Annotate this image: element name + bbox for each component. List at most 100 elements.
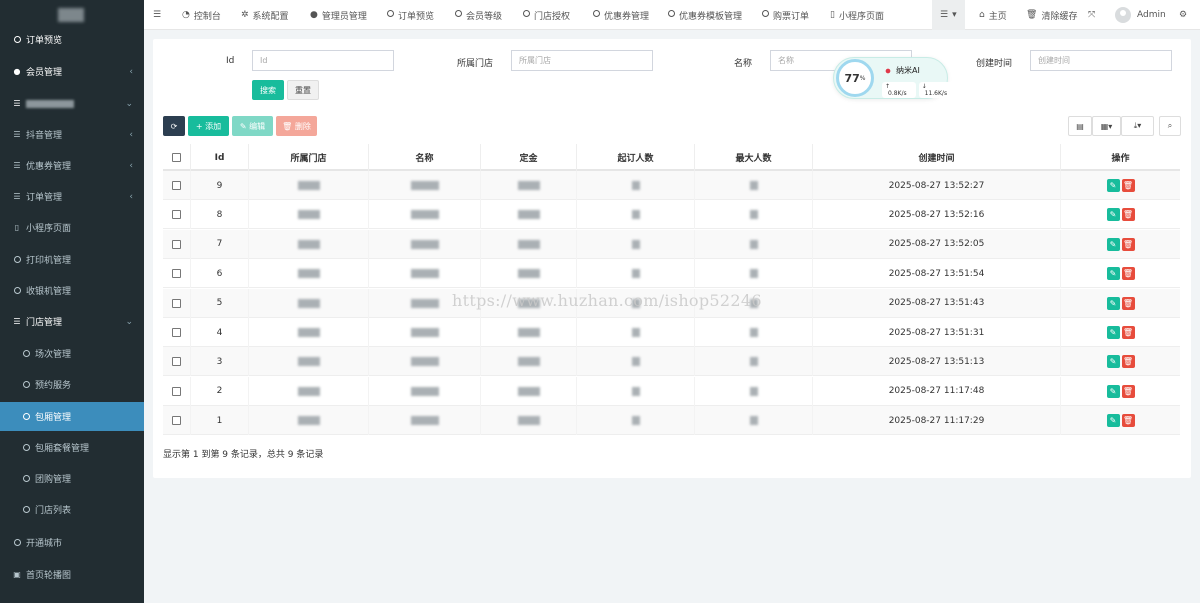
cell-created: 2025-08-27 11:17:29	[813, 406, 1061, 436]
table-row[interactable]: 9 2025-08-27 13:52:27 ✎ 🗑	[163, 171, 1180, 200]
created-filter-input[interactable]	[1030, 50, 1172, 71]
sidebar-item-douyin[interactable]: ☰ 抖音管理 ‹	[0, 120, 144, 149]
sidebar-item-label: 开通城市	[26, 539, 63, 549]
sidebar-item-store-list[interactable]: 门店列表	[0, 495, 144, 524]
row-delete-button[interactable]: 🗑	[1121, 384, 1135, 398]
sidebar-item-members[interactable]: ● 会员管理 ‹	[0, 57, 144, 86]
trash-icon: 🗑	[1122, 239, 1134, 249]
nav-system-config[interactable]: ✲ 系统配置	[241, 0, 289, 30]
sidebar-item-sessions[interactable]: 场次管理	[0, 339, 144, 368]
header-name[interactable]: 名称	[369, 144, 481, 171]
table-row[interactable]: 2 2025-08-27 11:17:48 ✎ 🗑	[163, 376, 1180, 406]
row-checkbox[interactable]	[163, 288, 191, 318]
id-filter-input[interactable]	[252, 50, 394, 71]
add-button[interactable]: + 添加	[188, 116, 229, 136]
sidebar-item-stores[interactable]: ☰ 门店管理 ⌄	[0, 307, 144, 336]
sidebar-item-banner[interactable]: ▣ 首页轮播图	[0, 560, 144, 589]
gears-icon: ⚙	[1179, 10, 1188, 20]
row-delete-button[interactable]: 🗑	[1121, 326, 1135, 339]
nav-dashboard[interactable]: ◔ 控制台	[182, 0, 221, 30]
row-edit-button[interactable]: ✎	[1106, 237, 1120, 251]
speed-widget[interactable]: 77% 纳米AI ↑ 0.8K/s ↓ 11.6K/s	[833, 57, 957, 99]
row-delete-button[interactable]: 🗑	[1121, 179, 1135, 192]
nav-coupons[interactable]: 优惠券管理	[593, 0, 649, 30]
table-row[interactable]: 3 2025-08-27 13:51:13 ✎ 🗑	[163, 347, 1180, 377]
nav-ticket-orders[interactable]: 购票订单	[762, 0, 809, 30]
row-edit-button[interactable]: ✎	[1106, 208, 1120, 222]
clear-cache-button[interactable]: 🗑 清除缓存	[1026, 0, 1077, 30]
home-icon: ⌂	[979, 10, 985, 20]
delete-button[interactable]: 🗑 删除	[276, 116, 317, 136]
cell-created: 2025-08-27 13:52:05	[813, 229, 1061, 259]
sidebar-item-orders[interactable]: ☰ 订单管理 ‹	[0, 182, 144, 211]
table-row[interactable]: 8 2025-08-27 13:52:16 ✎ 🗑	[163, 200, 1180, 230]
sidebar-item-miniprogram[interactable]: ▯ 小程序页面	[0, 213, 144, 242]
header-max-people[interactable]: 最大人数	[695, 144, 813, 171]
row-checkbox[interactable]	[163, 171, 191, 200]
row-edit-button[interactable]: ✎	[1106, 384, 1120, 398]
nav-admins[interactable]: ● 管理员管理	[310, 0, 367, 30]
row-checkbox[interactable]	[163, 200, 191, 230]
row-delete-button[interactable]: 🗑	[1121, 414, 1135, 428]
nav-store-auth[interactable]: 门店授权	[523, 0, 570, 30]
row-edit-button[interactable]: ✎	[1106, 267, 1120, 281]
columns-button[interactable]: ▦▾	[1092, 116, 1121, 136]
sidebar-item-coupons[interactable]: ☰ 优惠券管理 ‹	[0, 151, 144, 180]
settings-button[interactable]: ⚙	[1179, 0, 1191, 30]
row-checkbox[interactable]	[163, 406, 191, 436]
row-delete-button[interactable]: 🗑	[1121, 296, 1135, 310]
menu-toggle-button[interactable]: ☰	[153, 0, 165, 30]
sidebar-item-booking[interactable]: 预约服务	[0, 370, 144, 399]
search-button[interactable]: 搜索	[252, 80, 284, 100]
sidebar-item-cities[interactable]: 开通城市	[0, 528, 144, 557]
header-id[interactable]: Id	[191, 144, 249, 171]
sidebar-item-label	[26, 99, 74, 108]
more-menu-dropdown[interactable]: ☰ ▾	[932, 0, 965, 30]
sidebar: 订单预览 ● 会员管理 ‹ ☰ ⌄ ☰ 抖音管理 ‹ ☰ 优惠券管理 ‹ ☰ 订…	[0, 0, 144, 603]
sidebar-item-group-buy[interactable]: 团购管理	[0, 464, 144, 493]
user-menu[interactable]: Admin	[1115, 0, 1166, 30]
fullscreen-button[interactable]: ⤧	[1088, 0, 1099, 30]
nav-miniprogram[interactable]: ▯ 小程序页面	[830, 0, 884, 30]
toggle-view-button[interactable]: ▤	[1068, 116, 1092, 136]
sidebar-item-cashier[interactable]: 收银机管理	[0, 276, 144, 305]
header-deposit[interactable]: 定金	[481, 144, 577, 171]
row-delete-button[interactable]: 🗑	[1121, 208, 1135, 222]
nav-member-levels[interactable]: 会员等级	[455, 0, 502, 30]
table-row[interactable]: 6 2025-08-27 13:51:54 ✎ 🗑	[163, 259, 1180, 289]
nav-order-preview[interactable]: 订单预览	[387, 0, 434, 30]
row-checkbox[interactable]	[163, 318, 191, 347]
row-checkbox[interactable]	[163, 347, 191, 377]
row-checkbox[interactable]	[163, 229, 191, 259]
row-delete-button[interactable]: 🗑	[1121, 355, 1135, 369]
sidebar-item-rooms[interactable]: 包厢管理	[0, 402, 144, 431]
row-edit-button[interactable]: ✎	[1106, 296, 1120, 310]
refresh-button[interactable]: ⟳	[163, 116, 185, 136]
row-edit-button[interactable]: ✎	[1106, 414, 1120, 428]
header-min-people[interactable]: 起订人数	[577, 144, 695, 171]
search-toggle-button[interactable]: ⌕	[1159, 116, 1181, 136]
table-row[interactable]: 4 2025-08-27 13:51:31 ✎ 🗑	[163, 318, 1180, 347]
home-button[interactable]: ⌂ 主页	[979, 0, 1007, 30]
edit-button[interactable]: ✎ 编辑	[232, 116, 273, 136]
row-edit-button[interactable]: ✎	[1106, 355, 1120, 369]
row-checkbox[interactable]	[163, 259, 191, 289]
nav-coupon-templates[interactable]: 优惠券模板管理	[668, 0, 742, 30]
sidebar-item-blurred[interactable]: ☰ ⌄	[0, 89, 144, 118]
reset-button[interactable]: 重置	[287, 80, 319, 100]
header-store[interactable]: 所属门店	[249, 144, 369, 171]
store-filter-input[interactable]	[511, 50, 653, 71]
select-all-checkbox[interactable]	[163, 144, 191, 171]
table-row[interactable]: 1 2025-08-27 11:17:29 ✎ 🗑	[163, 406, 1180, 436]
sidebar-item-room-packages[interactable]: 包厢套餐管理	[0, 433, 144, 462]
row-edit-button[interactable]: ✎	[1106, 179, 1120, 192]
row-edit-button[interactable]: ✎	[1106, 326, 1120, 339]
sidebar-item-order-preview[interactable]: 订单预览	[0, 25, 144, 54]
export-button[interactable]: ⤓▾	[1121, 116, 1154, 136]
row-delete-button[interactable]: 🗑	[1121, 237, 1135, 251]
table-row[interactable]: 7 2025-08-27 13:52:05 ✎ 🗑	[163, 229, 1180, 259]
sidebar-item-printers[interactable]: 打印机管理	[0, 245, 144, 274]
row-checkbox[interactable]	[163, 376, 191, 406]
row-delete-button[interactable]: 🗑	[1121, 267, 1135, 281]
header-created[interactable]: 创建时间	[813, 144, 1061, 171]
